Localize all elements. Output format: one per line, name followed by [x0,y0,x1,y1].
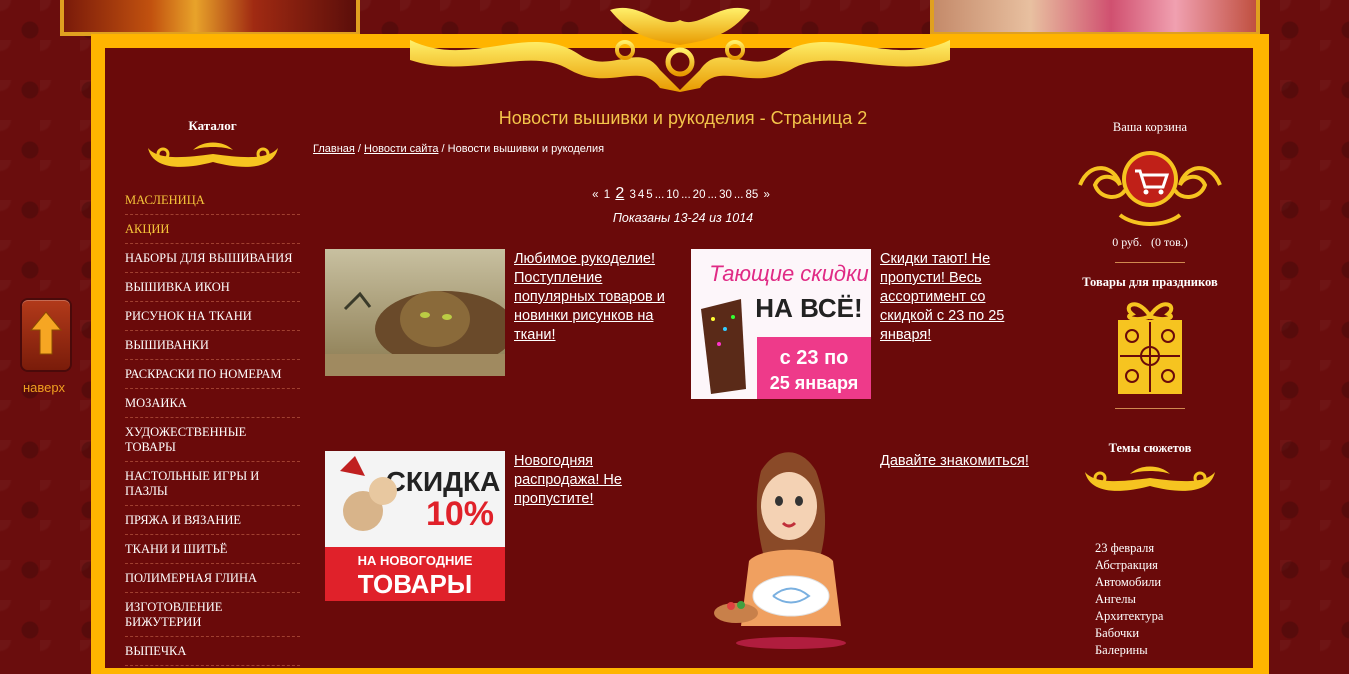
sale-image-text: ТОВАРЫ [358,569,473,599]
breadcrumb-news[interactable]: Новости сайта [364,143,438,155]
pagination: « 1 2 3 4 5... 10... 20... 30... 85 » [311,185,1051,203]
catalog-item-printed-fabric[interactable]: РИСУНОК НА ТКАНИ [125,302,300,331]
news-link[interactable]: Давайте знакомиться! [880,452,1040,471]
breadcrumb-separator: / [354,143,365,155]
pager-page-30[interactable]: 30 [719,189,732,201]
sale-image-text: НА ВСЁ! [755,293,862,323]
cart-total: 0 руб. [1112,235,1143,249]
catalog-item-polymer-clay[interactable]: ПОЛИМЕРНАЯ ГЛИНА [125,564,300,593]
themes-list: 23 февраля Абстракция Автомобили Ангелы … [1095,540,1163,659]
sale-image-text: Тающие скидки [709,261,868,286]
sale-image-text: 10% [426,495,494,533]
catalog-item-maslenitsa[interactable]: МАСЛЕНИЦА [125,186,300,215]
breadcrumb-separator: / [438,143,448,155]
news-thumbnail-sale[interactable]: Тающие скидки НА ВСЁ! с 23 по 25 января [691,249,871,399]
breadcrumb: Главная / Новости сайта / Новости вышивк… [313,143,1053,155]
results-count: Показаны 13-24 из 1014 [612,211,754,225]
catalog-item-icons[interactable]: ВЫШИВКА ИКОН [125,273,300,302]
pager-page-20[interactable]: 20 [693,189,706,201]
pager-ellipsis: ... [733,189,744,201]
news-link[interactable]: Новогодняя распродажа! Не пропустите! [514,452,674,509]
theme-item[interactable]: Абстракция [1095,557,1163,574]
sale-image-text: с 23 по [780,347,849,369]
divider [1115,262,1185,263]
sale-image-text: НА НОВОГОДНИЕ [358,553,473,568]
back-to-top-label[interactable]: наверх [23,380,65,395]
catalog-title: Каталог [188,118,237,133]
catalog-item-art-supplies[interactable]: ХУДОЖЕСТВЕННЫЕ ТОВАРЫ [125,418,300,462]
catalog-sidebar: Каталог МАСЛЕНИЦА АКЦИИ НАБОРЫ ДЛЯ ВЫШИВ… [125,118,300,666]
pager-page-3[interactable]: 3 [629,189,635,201]
cart-icon[interactable] [1075,145,1225,229]
theme-item[interactable]: Ангелы [1095,591,1163,608]
pager-page-4[interactable]: 4 [638,189,644,201]
catalog-menu: МАСЛЕНИЦА АКЦИИ НАБОРЫ ДЛЯ ВЫШИВАНИЯ ВЫШ… [125,186,300,666]
cart-title: Ваша корзина [1112,120,1188,134]
pager-ellipsis: ... [681,189,691,201]
news-thumbnail-girl[interactable] [691,451,871,651]
right-sidebar: Ваша корзина 0 руб. (0 тов.) Товары для … [1070,120,1230,657]
pager-current-page: 2 [615,185,625,202]
divider [1115,408,1185,409]
theme-item[interactable]: Бабочки [1095,625,1163,642]
catalog-item-paint-by-numbers[interactable]: РАСКРАСКИ ПО НОМЕРАМ [125,360,300,389]
catalog-item-embroidery-kits[interactable]: НАБОРЫ ДЛЯ ВЫШИВАНИЯ [125,244,300,273]
holidays-title: Товары для праздников [1082,275,1218,289]
page-title: Новости вышивки и рукоделия - Страница 2 [498,108,868,128]
cart-summary: 0 руб. (0 тов.) [1070,235,1230,250]
breadcrumb-home[interactable]: Главная [313,143,355,155]
catalog-item-yarn[interactable]: ПРЯЖА И ВЯЗАНИЕ [125,506,300,535]
theme-item[interactable]: 23 февраля [1095,540,1163,557]
sale-image-text: 25 января [770,373,859,393]
theme-item[interactable]: Автомобили [1095,574,1163,591]
news-thumbnail-cat[interactable] [325,249,505,376]
pager-page-10[interactable]: 10 [666,189,679,201]
pager-page-5[interactable]: 5 [646,189,652,201]
pager-ellipsis: ... [707,189,718,201]
pager-next[interactable]: » [763,189,769,201]
main-content: Новости вышивки и рукоделия - Страница 2… [313,108,1053,225]
pager-page-1[interactable]: 1 [604,189,610,201]
news-link[interactable]: Скидки тают! Не пропусти! Весь ассортиме… [880,250,1040,345]
theme-item[interactable]: Архитектура [1095,608,1163,625]
header-ornament-icon [410,7,950,92]
news-thumbnail-newyear[interactable]: СКИДКА 10% НА НОВОГОДНИЕ ТОВАРЫ [325,451,505,601]
cart-count: (0 тов.) [1151,235,1188,249]
theme-item[interactable]: Балерины [1095,642,1163,659]
pager-prev[interactable]: « [592,189,598,201]
header-photo-right [930,0,1260,36]
catalog-item-board-games[interactable]: НАСТОЛЬНЫЕ ИГРЫ И ПАЗЛЫ [125,462,300,506]
ornament-icon [147,142,278,167]
ornament-icon [1085,466,1215,491]
arrow-up-icon [30,311,62,355]
gift-icon[interactable] [1112,296,1188,396]
pager-page-85[interactable]: 85 [745,189,758,201]
news-link[interactable]: Любимое рукоделие! Поступление популярны… [514,250,674,345]
back-to-top-button[interactable] [22,300,70,370]
catalog-item-akcii[interactable]: АКЦИИ [125,215,300,244]
catalog-item-mosaic[interactable]: МОЗАИКА [125,389,300,418]
sale-image-text: СКИДКА [386,466,501,497]
catalog-item-baking[interactable]: ВЫПЕЧКА [125,637,300,666]
header-photo-left [60,0,360,36]
catalog-item-vyshyvanki[interactable]: ВЫШИВАНКИ [125,331,300,360]
themes-title: Темы сюжетов [1108,441,1192,455]
catalog-item-jewelry[interactable]: ИЗГОТОВЛЕНИЕ БИЖУТЕРИИ [125,593,300,637]
catalog-item-sewing[interactable]: ТКАНИ И ШИТЬЁ [125,535,300,564]
pager-ellipsis: ... [654,189,665,201]
breadcrumb-current: Новости вышивки и рукоделия [447,143,605,155]
